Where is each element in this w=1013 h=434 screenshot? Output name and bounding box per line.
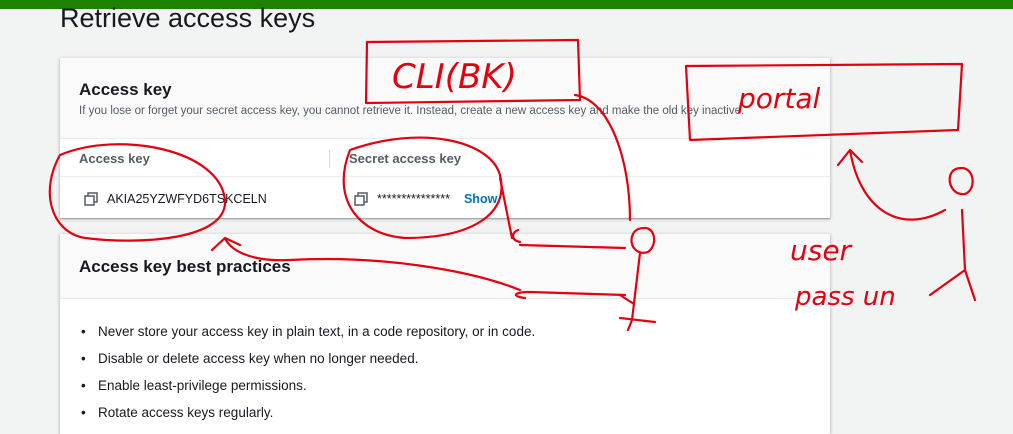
arrow-to-portal xyxy=(836,148,947,221)
copy-icon[interactable] xyxy=(84,192,98,206)
page-title: Retrieve access keys xyxy=(60,3,316,33)
best-practices-card: Access key best practices Never store yo… xyxy=(60,234,830,434)
column-header-access-key: Access key xyxy=(79,151,150,166)
access-key-card-title: Access key xyxy=(79,80,172,99)
access-key-card-description: If you lose or forget your secret access… xyxy=(79,105,745,117)
list-item: Disable or delete access key when no lon… xyxy=(81,345,535,372)
copy-icon[interactable] xyxy=(354,192,368,206)
access-key-value: AKIA25YZWFYD6TSKCELN xyxy=(107,192,267,206)
show-secret-link[interactable]: Show xyxy=(464,192,497,206)
secret-access-key-cell: *************** Show xyxy=(354,192,497,206)
row-divider xyxy=(60,176,830,177)
list-item: Enable least-privilege permissions. xyxy=(81,372,535,399)
list-item: Rotate access keys regularly. xyxy=(81,399,535,426)
access-key-card: Access key If you lose or forget your se… xyxy=(60,58,830,218)
column-header-secret-access-key: Secret access key xyxy=(349,151,462,166)
list-item: Never store your access key in plain tex… xyxy=(81,318,535,345)
person-figure-2 xyxy=(928,166,977,302)
column-divider xyxy=(329,150,330,168)
best-practices-title: Access key best practices xyxy=(79,257,291,276)
access-key-cell: AKIA25YZWFYD6TSKCELN xyxy=(84,192,267,206)
secret-access-key-value: *************** xyxy=(377,192,450,206)
access-key-card-header: Access key If you lose or forget your se… xyxy=(60,58,830,139)
best-practices-header: Access key best practices xyxy=(60,234,830,299)
